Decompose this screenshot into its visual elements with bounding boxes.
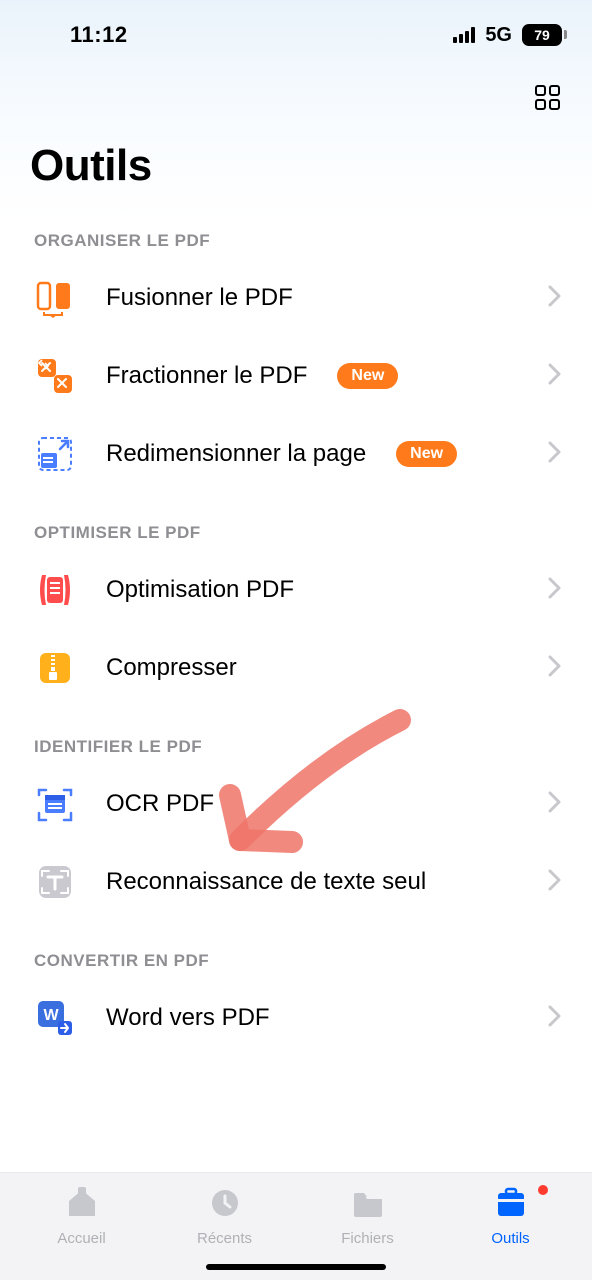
tool-row-resize[interactable]: Redimensionner la page New xyxy=(0,415,592,493)
text-recognition-icon xyxy=(34,861,76,903)
status-right: 5G 79 xyxy=(453,24,562,47)
tab-label: Récents xyxy=(197,1230,252,1247)
chevron-right-icon xyxy=(548,441,562,468)
home-indicator[interactable] xyxy=(206,1264,386,1270)
tool-row-ocr[interactable]: OCR PDF xyxy=(0,765,592,843)
tab-home[interactable]: Accueil xyxy=(10,1187,153,1247)
tool-row-optimize[interactable]: Optimisation PDF xyxy=(0,551,592,629)
tool-row-compress[interactable]: Compresser xyxy=(0,629,592,707)
tool-label: Word vers PDF xyxy=(106,1004,270,1032)
section-identify-title: IDENTIFIER LE PDF xyxy=(0,707,592,765)
tool-row-word-to-pdf[interactable]: W Word vers PDF xyxy=(0,979,592,1057)
tab-label: Accueil xyxy=(57,1230,105,1247)
grid-view-icon[interactable] xyxy=(534,84,562,117)
tab-files[interactable]: Fichiers xyxy=(296,1187,439,1247)
tab-recents[interactable]: Récents xyxy=(153,1187,296,1247)
page-title: Outils xyxy=(0,117,592,201)
battery-icon: 79 xyxy=(522,24,562,46)
section-convert-title: CONVERTIR EN PDF xyxy=(0,921,592,979)
status-time: 11:12 xyxy=(30,22,128,48)
chevron-right-icon xyxy=(548,791,562,818)
new-badge: New xyxy=(396,441,457,467)
tool-label: Compresser xyxy=(106,654,237,682)
chevron-right-icon xyxy=(548,869,562,896)
tool-label: Fusionner le PDF xyxy=(106,284,293,312)
header-row xyxy=(0,60,592,117)
tool-row-text-recognition[interactable]: Reconnaissance de texte seul xyxy=(0,843,592,921)
network-type: 5G xyxy=(485,24,512,47)
tab-label: Fichiers xyxy=(341,1230,394,1247)
cellular-signal-icon xyxy=(453,27,475,43)
tool-list[interactable]: ORGANISER LE PDF Fusionner le PDF xyxy=(0,201,592,1172)
tool-row-split[interactable]: Fractionner le PDF New xyxy=(0,337,592,415)
folder-icon xyxy=(351,1187,385,1224)
tab-label: Outils xyxy=(491,1230,529,1247)
tool-label: Fractionner le PDF xyxy=(106,362,307,390)
tool-label: Optimisation PDF xyxy=(106,576,294,604)
notification-dot-icon xyxy=(538,1185,548,1195)
merge-pdf-icon xyxy=(34,277,76,319)
split-pdf-icon xyxy=(34,355,76,397)
resize-page-icon xyxy=(34,433,76,475)
tool-label: Redimensionner la page xyxy=(106,440,366,468)
compress-icon xyxy=(34,647,76,689)
tool-row-merge[interactable]: Fusionner le PDF xyxy=(0,259,592,337)
chevron-right-icon xyxy=(548,363,562,390)
tool-label: Reconnaissance de texte seul xyxy=(106,868,426,896)
chevron-right-icon xyxy=(548,285,562,312)
section-optimize-title: OPTIMISER LE PDF xyxy=(0,493,592,551)
chevron-right-icon xyxy=(548,577,562,604)
chevron-right-icon xyxy=(548,1005,562,1032)
home-icon xyxy=(65,1187,99,1224)
status-bar: 11:12 5G 79 xyxy=(0,0,592,60)
toolbox-icon xyxy=(494,1187,528,1224)
svg-text:W: W xyxy=(43,1007,59,1024)
clock-icon xyxy=(208,1187,242,1224)
tab-tools[interactable]: Outils xyxy=(439,1187,582,1247)
tool-label: OCR PDF xyxy=(106,790,214,818)
word-to-pdf-icon: W xyxy=(34,997,76,1039)
ocr-pdf-icon xyxy=(34,783,76,825)
battery-level: 79 xyxy=(522,24,562,46)
section-organize-title: ORGANISER LE PDF xyxy=(0,201,592,259)
new-badge: New xyxy=(337,363,398,389)
optimize-pdf-icon xyxy=(34,569,76,611)
chevron-right-icon xyxy=(548,655,562,682)
